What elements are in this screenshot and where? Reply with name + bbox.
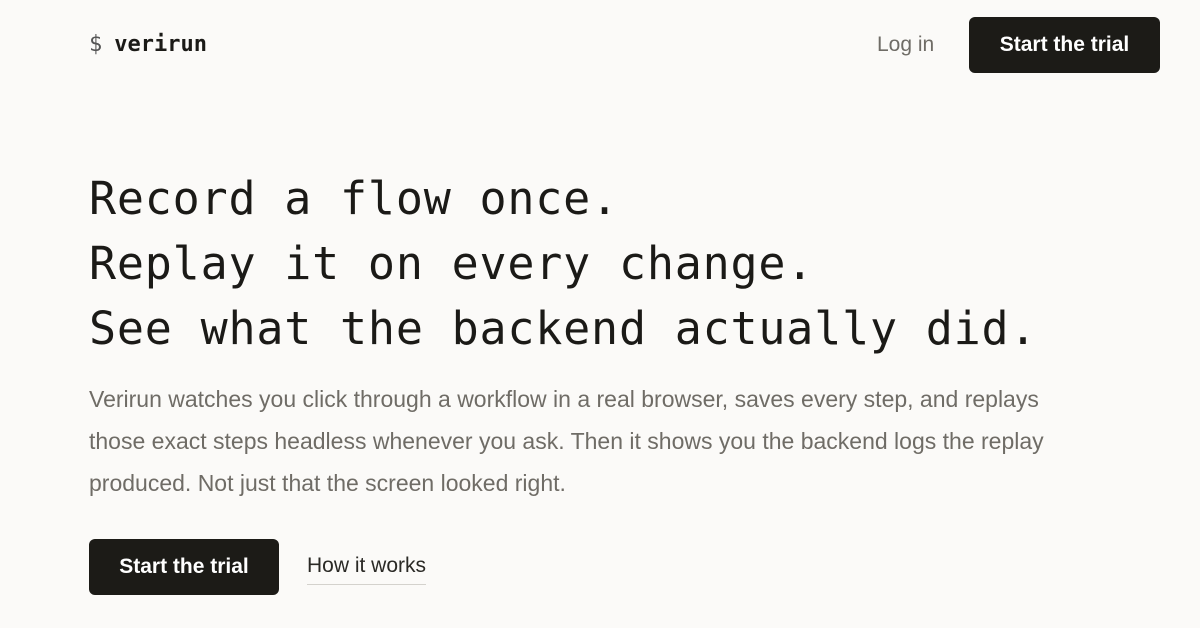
hero-start-trial-button[interactable]: Start the trial <box>89 539 279 595</box>
headline-line-3: See what the backend actually did. <box>89 302 1038 355</box>
logo-prompt-symbol: $ <box>89 32 103 57</box>
headline-line-1: Record a flow once. <box>89 172 619 225</box>
header-start-trial-button[interactable]: Start the trial <box>969 17 1160 73</box>
headline-line-2: Replay it on every change. <box>89 237 815 290</box>
logo[interactable]: $ verirun <box>89 30 207 60</box>
hero-headline: Record a flow once. Replay it on every c… <box>89 166 1037 361</box>
hero-description: Verirun watches you click through a work… <box>89 386 1044 496</box>
how-it-works-link[interactable]: How it works <box>307 552 427 585</box>
logo-wordmark: verirun <box>114 32 207 57</box>
login-link[interactable]: Log in <box>877 31 934 59</box>
